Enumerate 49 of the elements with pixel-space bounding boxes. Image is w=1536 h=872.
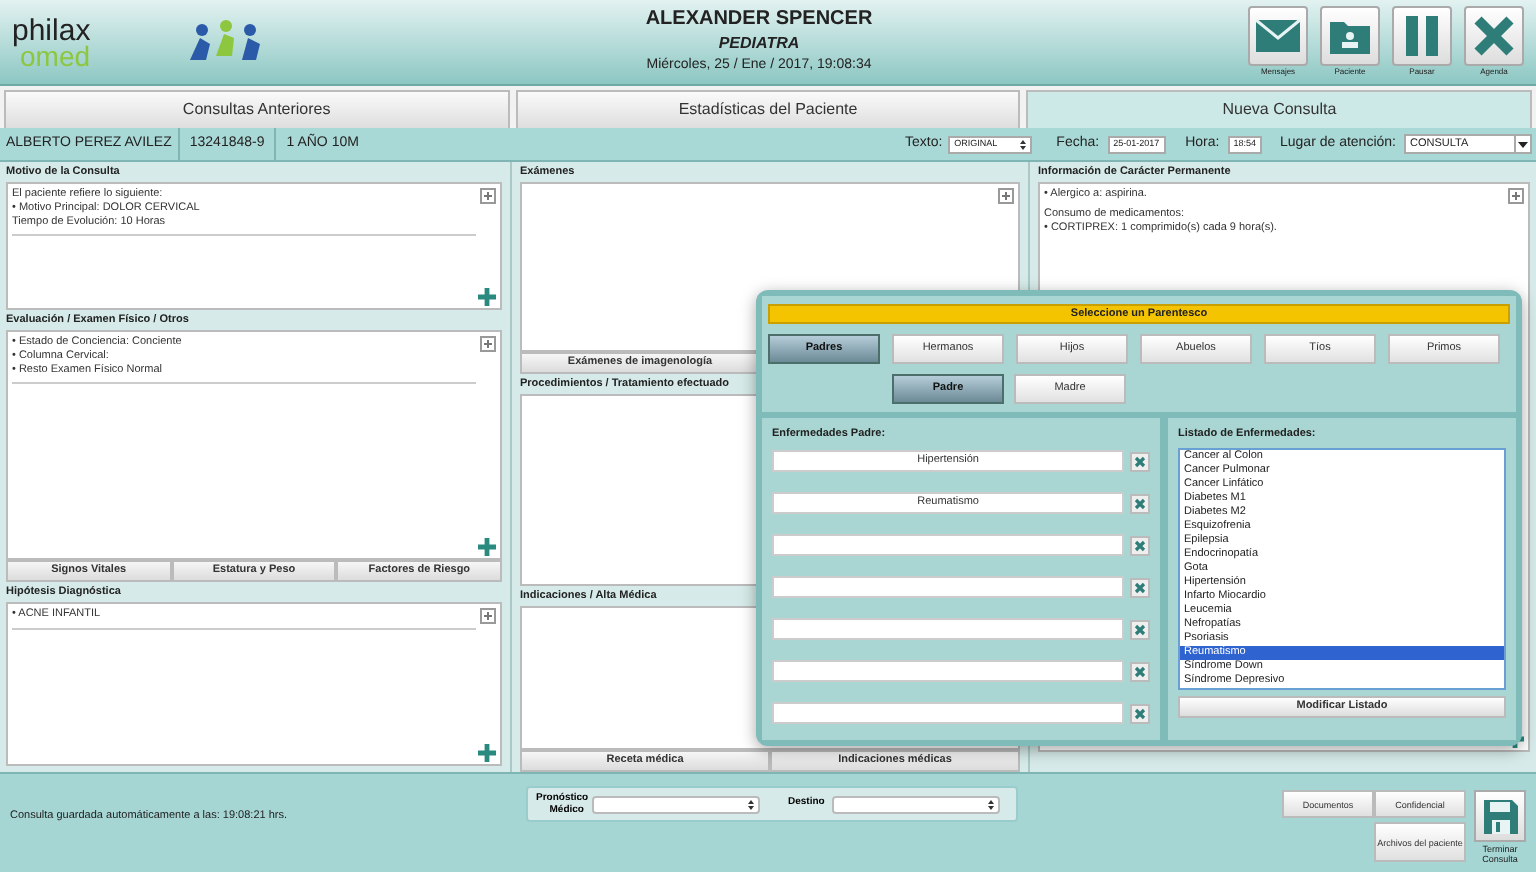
remove-button[interactable]	[1130, 577, 1150, 597]
close-icon	[1134, 665, 1147, 677]
folder-icon	[1328, 16, 1372, 56]
logo-text: philax	[12, 15, 93, 45]
toolbar-button[interactable]	[1464, 6, 1524, 66]
disease-field[interactable]	[772, 618, 1125, 640]
stepper-icon	[748, 799, 754, 809]
close-icon	[1134, 581, 1147, 593]
toolbar-button[interactable]	[1320, 6, 1380, 66]
add-icon[interactable]	[478, 288, 496, 306]
remove-button[interactable]	[1130, 535, 1150, 555]
remove-button[interactable]	[1130, 661, 1150, 681]
close-icon	[1134, 623, 1147, 635]
add-icon[interactable]	[478, 538, 496, 556]
disease-field[interactable]	[772, 660, 1125, 682]
tab[interactable]: Consultas Anteriores	[4, 90, 510, 128]
remove-button[interactable]	[1130, 493, 1150, 513]
doctor-name: ALEXANDER SPENCER	[645, 8, 873, 32]
expand-icon[interactable]	[480, 608, 496, 624]
stepper-icon	[1020, 139, 1027, 149]
close-icon	[1472, 14, 1516, 58]
remove-button[interactable]	[1130, 619, 1150, 639]
disease-field[interactable]	[772, 702, 1125, 724]
dropdown-icon	[1518, 141, 1528, 147]
disease-field[interactable]	[772, 576, 1125, 598]
close-icon	[1134, 497, 1147, 509]
close-icon	[1134, 707, 1147, 719]
expand-icon[interactable]	[480, 188, 496, 204]
specialty-text: PEDIATRA	[718, 32, 800, 54]
close-icon	[1134, 455, 1147, 467]
expand-icon[interactable]	[1508, 188, 1524, 204]
remove-button[interactable]	[1130, 451, 1150, 471]
expand-icon[interactable]	[480, 336, 496, 352]
add-icon[interactable]	[478, 744, 496, 762]
save-button[interactable]	[1474, 790, 1526, 842]
logo-text: omed	[20, 41, 93, 69]
save-icon	[1483, 799, 1517, 833]
stepper-icon	[988, 799, 995, 809]
remove-button[interactable]	[1130, 703, 1150, 723]
pause-icon	[1402, 14, 1442, 58]
tab[interactable]: Nueva Consulta	[1026, 90, 1533, 128]
mail-icon	[1254, 18, 1302, 54]
toolbar-button[interactable]	[1392, 6, 1452, 66]
disease-listbox[interactable]	[1178, 448, 1506, 690]
disease-field[interactable]	[772, 534, 1125, 556]
close-icon	[1134, 539, 1147, 551]
toolbar-button[interactable]	[1248, 6, 1308, 66]
tab[interactable]: Estadísticas del Paciente	[515, 90, 1021, 128]
expand-icon[interactable]	[998, 188, 1014, 204]
